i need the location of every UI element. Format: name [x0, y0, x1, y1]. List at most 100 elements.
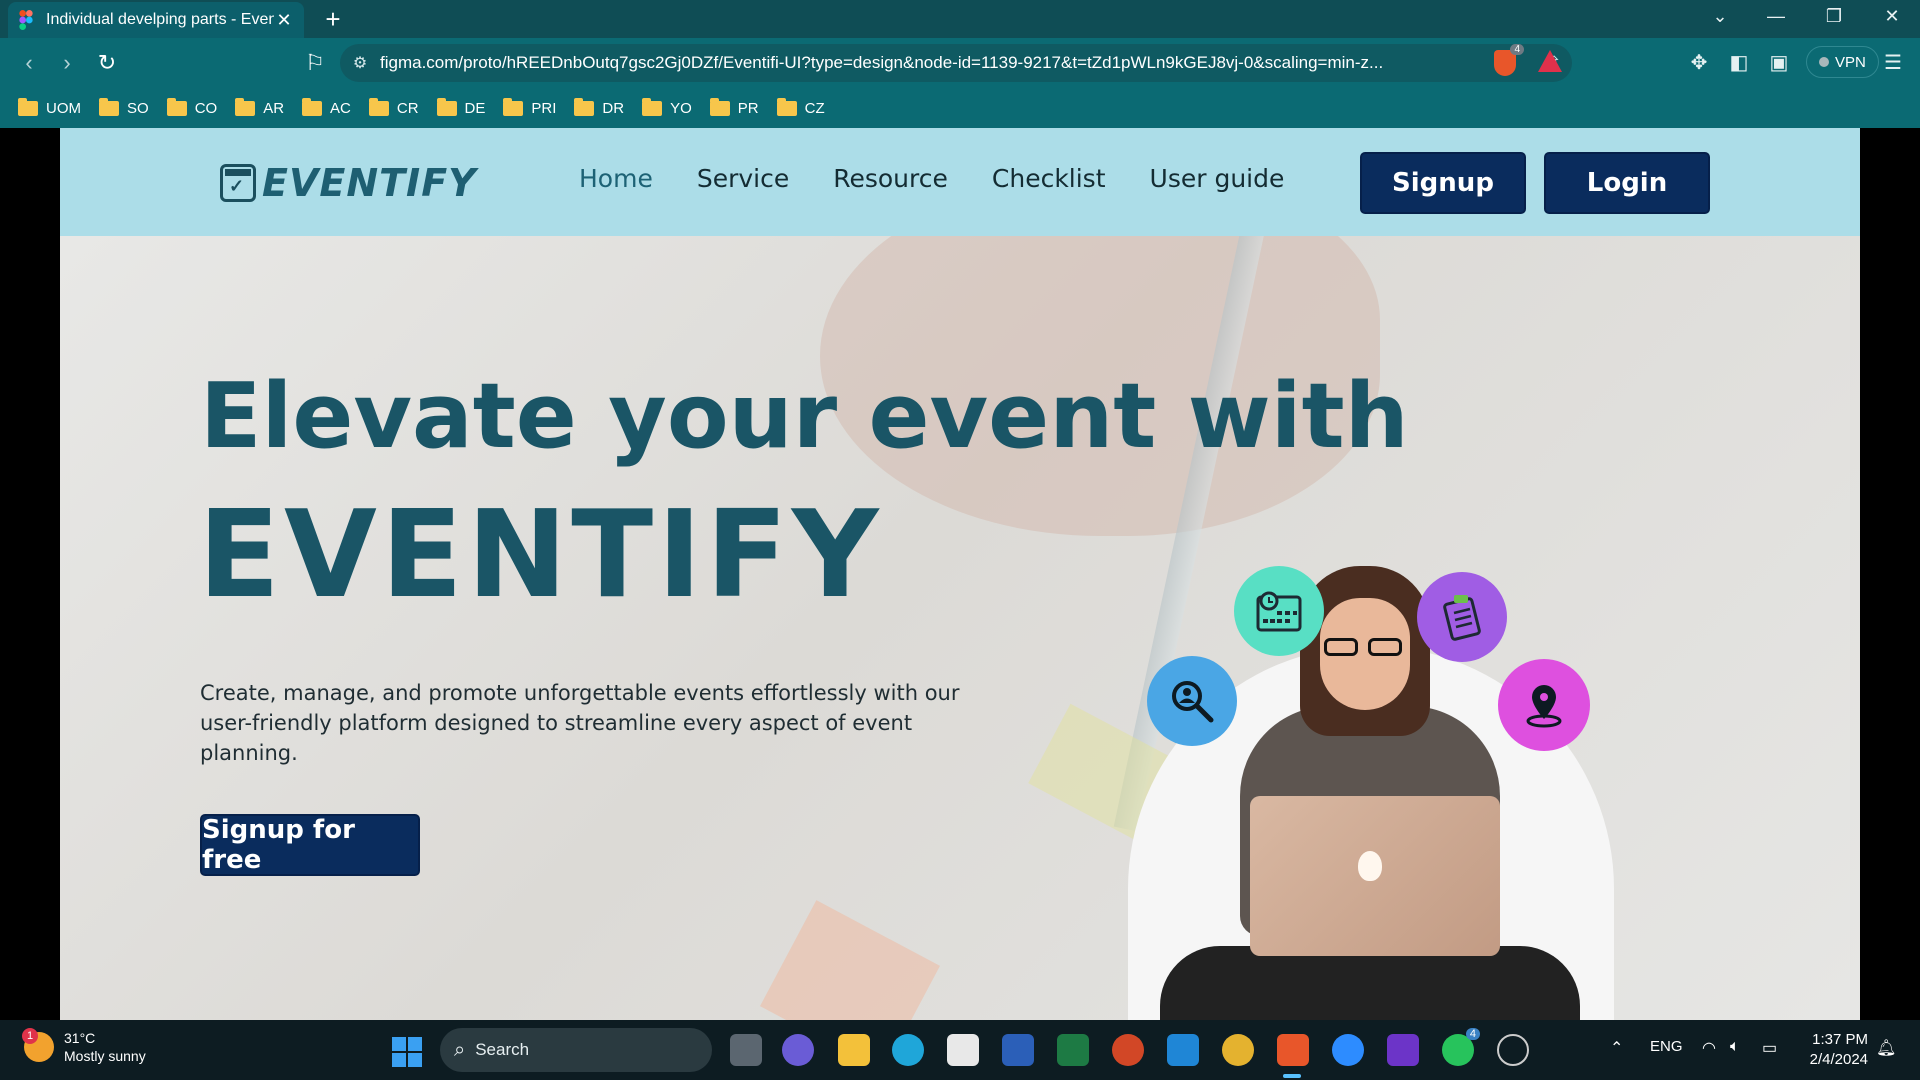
- file-explorer-icon[interactable]: [838, 1034, 870, 1066]
- bookmark-folder[interactable]: DE: [436, 97, 485, 117]
- reload-icon[interactable]: ↻: [92, 50, 122, 76]
- bookmark-folder[interactable]: AC: [302, 97, 351, 117]
- hero-headline-line2: EVENTIFY: [198, 486, 883, 625]
- system-clock[interactable]: 1:37 PM 2/4/2024: [1800, 1030, 1868, 1070]
- sidebar-icon[interactable]: ◧: [1724, 50, 1754, 75]
- address-bar[interactable]: ⚙ figma.com/proto/hREEDnbOutq7gsc2Gj0DZf…: [340, 44, 1572, 82]
- main-nav: Home Service Resource Checklist User gui…: [579, 164, 1284, 193]
- taskbar-search[interactable]: ⌕ Search: [440, 1028, 712, 1072]
- teams-chat-icon[interactable]: [782, 1034, 814, 1066]
- obs-icon[interactable]: [1497, 1034, 1529, 1066]
- bookmark-folder[interactable]: UOM: [18, 97, 81, 117]
- brave-shield-icon[interactable]: 4: [1494, 44, 1524, 76]
- clipboard-checklist-icon: [1417, 572, 1507, 662]
- bookmark-folder[interactable]: CZ: [776, 97, 825, 117]
- windows-start-icon[interactable]: [392, 1037, 422, 1067]
- nav-checklist[interactable]: Checklist: [992, 164, 1106, 193]
- page-viewport: EVENTIFY Home Service Resource Checklist…: [0, 128, 1920, 1020]
- signup-button[interactable]: Signup: [1360, 152, 1526, 214]
- bookmarks-bar: UOM SO CO AR AC CR DE PRI DR YO PR CZ: [0, 88, 1920, 128]
- bookmark-label: AC: [330, 99, 351, 117]
- edge-icon[interactable]: [892, 1034, 924, 1066]
- bookmark-folder[interactable]: SO: [99, 97, 149, 117]
- bookmark-label: CZ: [804, 99, 825, 117]
- folder-icon: [709, 97, 730, 116]
- glasses-icon: [1324, 638, 1406, 658]
- extensions-icon[interactable]: ✥: [1684, 50, 1714, 75]
- folder-icon: [574, 97, 595, 116]
- bookmark-folder[interactable]: YO: [642, 97, 692, 117]
- bookmark-folder[interactable]: CO: [166, 97, 218, 117]
- visual-studio-icon[interactable]: [1387, 1034, 1419, 1066]
- folder-icon: [302, 97, 323, 116]
- hero-subtitle: Create, manage, and promote unforgettabl…: [200, 681, 960, 765]
- bookmark-label: AR: [263, 99, 285, 117]
- search-icon: ⌕: [454, 1038, 466, 1061]
- folder-icon: [99, 97, 119, 116]
- microsoft-store-icon[interactable]: [947, 1034, 979, 1066]
- tab-title: Individual develping parts - Eventi: [46, 11, 274, 28]
- bookmark-folder[interactable]: CR: [368, 97, 419, 117]
- language-indicator[interactable]: ENG: [1650, 1038, 1683, 1055]
- vpn-button[interactable]: VPN: [1806, 46, 1879, 78]
- show-hidden-icons-icon[interactable]: ⌃: [1610, 1038, 1623, 1058]
- wifi-icon[interactable]: ◠: [1702, 1038, 1716, 1058]
- notification-bell-icon[interactable]: 🔔︎: [1876, 1038, 1896, 1058]
- brave-icon[interactable]: [1277, 1034, 1309, 1066]
- restore-icon[interactable]: ❐: [1814, 6, 1854, 27]
- bookmark-folder[interactable]: AR: [235, 97, 285, 117]
- folder-icon: [436, 97, 457, 116]
- task-view-icon[interactable]: [730, 1034, 762, 1066]
- site-info-icon[interactable]: ⚙: [340, 53, 380, 73]
- nav-resource[interactable]: Resource: [833, 164, 948, 193]
- shield-count-badge: 4: [1510, 44, 1524, 55]
- tab-close-icon[interactable]: ✕: [274, 10, 294, 31]
- zoom-icon[interactable]: [1332, 1034, 1364, 1066]
- bookmark-folder[interactable]: DR: [574, 97, 624, 117]
- sun-icon: 1: [22, 1028, 54, 1062]
- weather-widget[interactable]: 1 31°C Mostly sunny: [22, 1028, 146, 1065]
- tab-search-chevron-icon[interactable]: ⌄: [1700, 6, 1740, 27]
- minimize-icon[interactable]: —: [1756, 6, 1796, 27]
- folder-icon: [503, 97, 524, 116]
- hero-headline-line1: Elevate your event with: [200, 364, 1409, 469]
- browser-tab-active[interactable]: Individual develping parts - Eventi ✕: [8, 2, 304, 38]
- word-icon[interactable]: [1002, 1034, 1034, 1066]
- volume-icon[interactable]: 🔈︎: [1730, 1038, 1740, 1056]
- eventify-logo[interactable]: EVENTIFY: [220, 161, 477, 205]
- vpn-status-icon: [1819, 57, 1829, 67]
- folder-icon: [642, 97, 663, 116]
- chrome-icon[interactable]: [1222, 1034, 1254, 1066]
- folder-icon: [776, 97, 797, 116]
- nav-home[interactable]: Home: [579, 164, 653, 193]
- forward-icon[interactable]: ›: [52, 50, 82, 76]
- calendar-check-icon: [220, 164, 256, 202]
- bookmark-folder[interactable]: PR: [709, 97, 759, 117]
- notification-badge: 1: [22, 1028, 38, 1044]
- nav-user-guide[interactable]: User guide: [1150, 164, 1285, 193]
- whatsapp-icon[interactable]: 4: [1442, 1028, 1480, 1066]
- login-button[interactable]: Login: [1544, 152, 1710, 214]
- bookmark-folder[interactable]: PRI: [503, 97, 556, 117]
- back-icon[interactable]: ‹: [14, 50, 44, 76]
- powerpoint-icon[interactable]: [1112, 1034, 1144, 1066]
- menu-icon[interactable]: ☰: [1878, 50, 1908, 75]
- browser-toolbar: ‹ › ↻ ⚐ ⚙ figma.com/proto/hREEDnbOutq7gs…: [0, 38, 1920, 88]
- close-window-icon[interactable]: ✕: [1872, 6, 1912, 27]
- folder-icon: [235, 97, 256, 116]
- whatsapp-badge: 4: [1465, 1028, 1480, 1040]
- bookmark-label: CO: [194, 99, 218, 117]
- new-tab-button[interactable]: +: [318, 4, 348, 35]
- battery-icon[interactable]: ▭: [1762, 1038, 1777, 1058]
- bookmark-label: YO: [670, 99, 692, 117]
- hero-section: Elevate your event with EVENTIFY Create,…: [60, 236, 1860, 1020]
- bookmark-icon[interactable]: ⚐: [300, 50, 330, 76]
- vscode-icon[interactable]: [1167, 1034, 1199, 1066]
- signup-free-button[interactable]: Signup for free: [200, 814, 420, 876]
- nav-service[interactable]: Service: [697, 164, 789, 193]
- laptop-logo-icon: [1358, 851, 1382, 881]
- wallet-icon[interactable]: ▣: [1764, 50, 1794, 75]
- excel-icon[interactable]: [1057, 1034, 1089, 1066]
- brave-rewards-icon[interactable]: [1538, 50, 1562, 72]
- url-text[interactable]: figma.com/proto/hREEDnbOutq7gsc2Gj0DZf/E…: [380, 53, 1536, 73]
